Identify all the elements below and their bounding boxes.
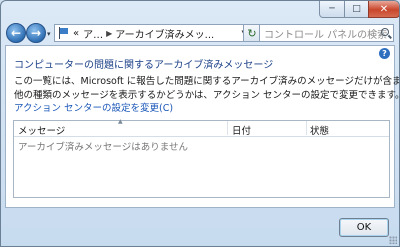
action-center-flag-icon [58,27,70,39]
column-divider[interactable] [306,121,307,135]
breadcrumb-item-parent[interactable]: ア… [83,26,103,41]
column-header-date[interactable]: 日付 [232,123,251,137]
description-line-1: この一覧には、Microsoft に報告した問題に関するアーカイブ済みのメッセー… [14,76,399,87]
column-header-status[interactable]: 状態 [310,123,329,137]
content-pane: ? コンピューターの問題に関するアーカイブ済みメッセージ この一覧には、Micr… [5,45,399,208]
minimize-button[interactable]: ─ [319,1,345,18]
empty-list-message: アーカイブ済みメッセージはありません [18,142,188,153]
search-placeholder: コントロール パネルの検索 [264,29,388,41]
help-icon[interactable]: ? [379,48,390,59]
back-button[interactable]: ← [6,23,26,43]
column-divider[interactable] [227,121,228,135]
description-line-2: 他の種類のメッセージを表示するかどうかは、アクション センターの設定で変更できま… [14,90,400,101]
forward-button[interactable]: → [26,23,46,43]
column-header-message[interactable]: メッセージ [18,123,65,137]
search-icon[interactable] [381,28,389,36]
close-button[interactable]: ✕ [368,1,399,18]
breadcrumb-item-current[interactable]: アーカイブ済みメッ... [115,26,214,41]
ok-button[interactable]: OK [339,218,389,237]
message-list[interactable]: ▲ メッセージ 日付 状態 アーカイブ済みメッセージはありません [13,118,390,198]
sort-ascending-icon: ▲ [118,118,123,125]
footer: OK [1,208,399,246]
address-bar[interactable]: « ア… ▶ アーカイブ済みメッ... ▾ [54,24,249,42]
list-header: ▲ メッセージ 日付 状態 [14,118,389,137]
search-input[interactable]: コントロール パネルの検索 [259,24,394,42]
breadcrumb-overflow[interactable]: « [73,28,79,39]
change-action-center-settings-link[interactable]: アクション センターの設定を変更(C) [14,100,173,114]
breadcrumb-separator-icon[interactable]: ▶ [106,29,112,38]
navigation-bar: ← → ▾ « ア… ▶ アーカイブ済みメッ... ▾ ↻ コントロール パネル… [1,18,399,48]
maximize-button[interactable]: □ [344,1,369,18]
window: ─ □ ✕ ← → ▾ « ア… ▶ アーカイブ済みメッ... ▾ ↻ コントロ… [0,0,400,247]
page-title: コンピューターの問題に関するアーカイブ済みメッセージ [14,60,274,71]
resize-grip-icon[interactable] [389,236,397,244]
recent-pages-dropdown-icon[interactable]: ▾ [47,30,51,38]
